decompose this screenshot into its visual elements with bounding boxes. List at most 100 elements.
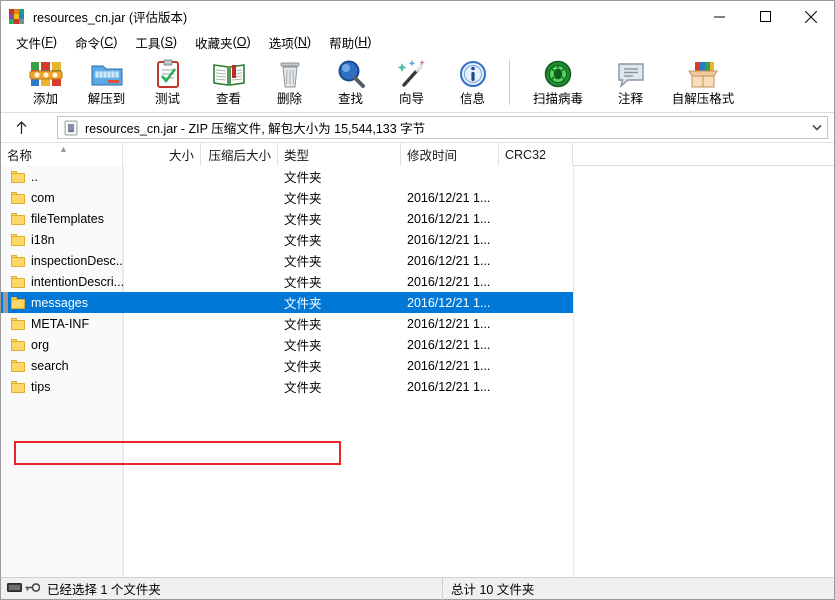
menu-label-tools: 工具 bbox=[135, 36, 161, 51]
menu-item-help[interactable]: 帮助(H) bbox=[320, 32, 380, 52]
table-row[interactable]: META-INF 文件夹 2016/12/21 1... bbox=[1, 313, 834, 334]
menu-accel-tools: S bbox=[164, 35, 173, 49]
folder-icon bbox=[11, 275, 25, 288]
virus-shield-icon bbox=[541, 58, 575, 90]
folder-icon bbox=[11, 191, 25, 204]
rar-add-icon bbox=[29, 58, 63, 90]
toolbar-button-sfx[interactable]: 自解压格式 bbox=[661, 55, 745, 111]
column-header-name[interactable]: 名称 ▲ bbox=[1, 143, 123, 166]
column-header-crc32-label: CRC32 bbox=[505, 147, 546, 162]
table-row[interactable]: tips 文件夹 2016/12/21 1... bbox=[1, 376, 834, 397]
row-name-text: META-INF bbox=[31, 316, 90, 331]
table-row[interactable]: org 文件夹 2016/12/21 1... bbox=[1, 334, 834, 355]
table-row-selected[interactable]: messages 文件夹 2016/12/21 1... bbox=[1, 292, 573, 313]
column-header-crc32[interactable]: CRC32 bbox=[499, 143, 573, 166]
row-type-cell: 文件夹 bbox=[284, 297, 322, 311]
menu-label-options: 选项 bbox=[268, 36, 294, 51]
drive-icon bbox=[6, 582, 22, 596]
path-text: resources_cn.jar - ZIP 压缩文件, 解包大小为 15,54… bbox=[85, 122, 426, 136]
column-header-type[interactable]: 类型 bbox=[278, 143, 401, 166]
extract-folder-icon bbox=[90, 58, 124, 90]
folder-icon bbox=[11, 317, 25, 330]
toolbar-label-wizard: 向导 bbox=[398, 92, 424, 106]
toolbar-button-add[interactable]: 添加 bbox=[15, 55, 76, 111]
menu-item-tools[interactable]: 工具(S) bbox=[126, 32, 186, 52]
table-row[interactable]: search 文件夹 2016/12/21 1... bbox=[1, 355, 834, 376]
column-header-modified[interactable]: 修改时间 bbox=[401, 143, 499, 166]
toolbar-button-extract-to[interactable]: 解压到 bbox=[76, 55, 137, 111]
chevron-down-icon[interactable] bbox=[807, 117, 827, 138]
path-combobox[interactable]: resources_cn.jar - ZIP 压缩文件, 解包大小为 15,54… bbox=[57, 116, 828, 139]
row-name-cell: META-INF bbox=[1, 317, 123, 331]
file-list[interactable]: 名称 ▲ 大小 压缩后大小 类型 修改时间 CRC32 .. 文件夹 com 文… bbox=[1, 143, 834, 577]
column-header-size[interactable]: 大小 bbox=[123, 143, 201, 166]
toolbar-button-view[interactable]: 查看 bbox=[198, 55, 259, 111]
table-row[interactable]: inspectionDesc... 文件夹 2016/12/21 1... bbox=[1, 250, 834, 271]
row-type-cell: 文件夹 bbox=[284, 213, 322, 227]
menu-item-commands[interactable]: 命令(C) bbox=[66, 32, 126, 52]
minimize-button[interactable] bbox=[696, 1, 742, 32]
file-rows: .. 文件夹 com 文件夹 2016/12/21 1... fileTempl… bbox=[1, 166, 834, 577]
row-name-text: org bbox=[31, 337, 50, 352]
status-right-text: 总计 10 文件夹 bbox=[451, 583, 535, 597]
row-type-cell: 文件夹 bbox=[284, 171, 322, 185]
winrar-books-icon bbox=[9, 8, 25, 25]
up-arrow-icon[interactable] bbox=[7, 116, 35, 140]
close-button[interactable] bbox=[788, 1, 834, 32]
toolbar-button-comment[interactable]: 注释 bbox=[600, 55, 661, 111]
row-type-cell: 文件夹 bbox=[284, 276, 322, 290]
row-modified-cell: 2016/12/21 1... bbox=[407, 253, 491, 268]
row-name-text: com bbox=[31, 190, 55, 205]
toolbar-button-wizard[interactable]: 向导 bbox=[381, 55, 442, 111]
row-modified-cell: 2016/12/21 1... bbox=[407, 190, 491, 205]
menu-accel-file: F bbox=[45, 35, 53, 49]
menu-accel-options: N bbox=[297, 35, 307, 49]
table-row[interactable]: fileTemplates 文件夹 2016/12/21 1... bbox=[1, 208, 834, 229]
row-name-cell: tips bbox=[1, 380, 123, 394]
table-row[interactable]: .. 文件夹 bbox=[1, 166, 834, 187]
selection-marker bbox=[3, 292, 8, 313]
folder-icon bbox=[11, 296, 25, 309]
info-circle-icon bbox=[456, 58, 490, 90]
toolbar-button-test[interactable]: 测试 bbox=[137, 55, 198, 111]
column-header-packed[interactable]: 压缩后大小 bbox=[201, 143, 278, 166]
table-row[interactable]: com 文件夹 2016/12/21 1... bbox=[1, 187, 834, 208]
menu-item-options[interactable]: 选项(N) bbox=[260, 32, 320, 52]
row-name-text: intentionDescri... bbox=[31, 274, 123, 289]
window-title: resources_cn.jar (评估版本) bbox=[33, 11, 188, 25]
sort-ascending-icon: ▲ bbox=[59, 144, 68, 154]
row-name-cell: i18n bbox=[1, 233, 123, 247]
menu-item-file[interactable]: 文件(F) bbox=[7, 32, 66, 52]
key-icon bbox=[25, 582, 40, 596]
menu-item-favorites[interactable]: 收藏夹(O) bbox=[186, 32, 260, 52]
toolbar-button-find[interactable]: 查找 bbox=[320, 55, 381, 111]
magic-wand-icon bbox=[395, 58, 429, 90]
status-left-text: 已经选择 1 个文件夹 bbox=[45, 577, 443, 600]
toolbar-label-extract-to: 解压到 bbox=[87, 92, 126, 106]
toolbar-button-scan-virus[interactable]: 扫描病毒 bbox=[516, 55, 600, 111]
row-name-cell: inspectionDesc... bbox=[1, 254, 123, 268]
row-type-cell: 文件夹 bbox=[284, 360, 322, 374]
jar-file-icon bbox=[63, 120, 79, 136]
row-modified-cell: 2016/12/21 1... bbox=[407, 211, 491, 226]
menu-accel-help: H bbox=[358, 35, 368, 49]
table-row[interactable]: i18n 文件夹 2016/12/21 1... bbox=[1, 229, 834, 250]
folder-icon bbox=[11, 338, 25, 351]
toolbar-label-test: 测试 bbox=[154, 92, 180, 106]
folder-icon bbox=[11, 380, 25, 393]
folder-icon bbox=[11, 233, 25, 246]
row-name-text: fileTemplates bbox=[31, 211, 104, 226]
folder-icon bbox=[11, 212, 25, 225]
toolbar-label-info: 信息 bbox=[459, 92, 485, 106]
toolbar-button-delete[interactable]: 删除 bbox=[259, 55, 320, 111]
toolbar-button-info[interactable]: 信息 bbox=[442, 55, 503, 111]
address-bar: resources_cn.jar - ZIP 压缩文件, 解包大小为 15,54… bbox=[1, 113, 834, 143]
row-name-cell: search bbox=[1, 359, 123, 373]
folder-icon bbox=[11, 254, 25, 267]
column-header-modified-label: 修改时间 bbox=[407, 149, 458, 163]
maximize-button[interactable] bbox=[742, 1, 788, 32]
toolbar-label-view: 查看 bbox=[215, 92, 241, 106]
row-name-cell: org bbox=[1, 338, 123, 352]
table-row[interactable]: intentionDescri... 文件夹 2016/12/21 1... bbox=[1, 271, 834, 292]
column-header-name-label: 名称 bbox=[7, 149, 33, 163]
